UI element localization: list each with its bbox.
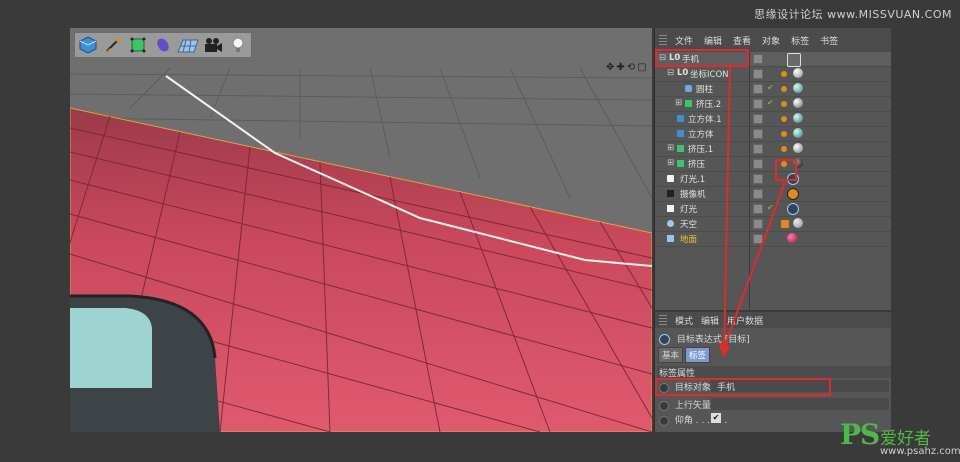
enabled-check-icon[interactable]: ✔ xyxy=(767,83,774,92)
expand-icon[interactable]: ⊟ xyxy=(667,68,674,78)
phong-tag-icon[interactable] xyxy=(781,131,787,137)
subdivide-icon[interactable] xyxy=(126,34,150,56)
cylinder-icon xyxy=(685,85,692,92)
menu-tag[interactable]: 标签 xyxy=(791,34,809,47)
menu-object[interactable]: 对象 xyxy=(762,34,780,47)
target-tag-icon xyxy=(659,334,670,345)
object-label: 灯光 xyxy=(680,205,698,215)
animate-radio-icon[interactable] xyxy=(659,415,669,426)
annotation-arrow-long xyxy=(723,63,731,355)
pen-icon[interactable] xyxy=(101,34,125,56)
camera-icon[interactable] xyxy=(201,34,225,56)
object-label: 地面 xyxy=(680,235,698,245)
light-icon xyxy=(667,175,674,182)
3d-viewport[interactable] xyxy=(70,28,652,432)
material-tag-icon[interactable] xyxy=(793,128,803,138)
brand-logo: PS xyxy=(840,418,880,451)
menu-mode[interactable]: 模式 xyxy=(675,314,693,327)
field-up-vector: 上行矢量 . . xyxy=(655,398,891,412)
object-label: 天空 xyxy=(680,220,698,230)
brand-url: www.psahz.com xyxy=(880,446,960,457)
menu-view[interactable]: 查看 xyxy=(733,34,751,47)
phong-tag-icon[interactable] xyxy=(781,146,787,152)
cube-icon[interactable] xyxy=(76,34,100,56)
light-icon xyxy=(667,205,674,212)
floor-icon[interactable] xyxy=(176,34,200,56)
object-row-coord[interactable]: ⊟ L0 坐标ICON xyxy=(655,67,891,82)
material-tag-icon[interactable] xyxy=(793,143,803,153)
material-tag-icon[interactable] xyxy=(793,68,803,78)
object-row-cube1[interactable]: 立方体.1 xyxy=(655,112,891,127)
expand-icon[interactable]: ⊞ xyxy=(667,143,674,153)
cube-icon xyxy=(677,115,684,122)
expand-icon[interactable]: ⊞ xyxy=(675,98,682,108)
extrude-icon xyxy=(677,160,684,167)
camera-icon xyxy=(667,190,674,197)
object-row-cylinder[interactable]: 圆柱 ✔ xyxy=(655,82,891,97)
grip-icon[interactable] xyxy=(659,315,667,325)
material-tag-icon[interactable] xyxy=(793,83,803,93)
extrude-icon xyxy=(685,100,692,107)
main-toolbar xyxy=(74,32,252,58)
phong-tag-icon[interactable] xyxy=(781,101,787,107)
target-tag-icon[interactable] xyxy=(787,53,801,67)
bottom-strip xyxy=(0,432,960,462)
enabled-check-icon[interactable]: ✔ xyxy=(767,98,774,107)
null-icon: L0 xyxy=(677,68,689,78)
object-row-cube[interactable]: 立方体 xyxy=(655,127,891,142)
sky-icon xyxy=(667,220,674,227)
menu-edit[interactable]: 编辑 xyxy=(704,34,722,47)
floor-icon xyxy=(667,235,674,242)
animate-radio-icon[interactable] xyxy=(659,400,669,411)
phong-tag-icon[interactable] xyxy=(781,71,787,77)
light-icon[interactable] xyxy=(226,34,250,56)
material-tag-icon[interactable] xyxy=(793,98,803,108)
material-tag-icon[interactable] xyxy=(793,113,803,123)
viewport-scene xyxy=(70,28,652,432)
menu-file[interactable]: 文件 xyxy=(675,34,693,47)
expand-icon[interactable]: ⊞ xyxy=(667,158,674,168)
site-watermark: 思缘设计论坛 www.MISSVUAN.COM xyxy=(754,8,952,21)
highlight-target-field xyxy=(655,378,831,396)
pitch-checkbox[interactable]: ✔ xyxy=(711,413,721,423)
object-row-extrude2[interactable]: ⊞ 挤压.2 ✔ xyxy=(655,97,891,112)
menu-bookmark[interactable]: 书签 xyxy=(820,34,838,47)
grip-icon[interactable] xyxy=(659,35,667,45)
phong-tag-icon[interactable] xyxy=(781,86,787,92)
object-row-extrude1[interactable]: ⊞ 挤压.1 xyxy=(655,142,891,157)
up-vector-field[interactable] xyxy=(711,398,889,410)
deformer-icon[interactable] xyxy=(151,34,175,56)
viewport-nav-icons[interactable]: ✥✚⟲▢ xyxy=(606,62,649,73)
tab-basic[interactable]: 基本 xyxy=(658,347,684,363)
phong-tag-icon[interactable] xyxy=(781,116,787,122)
cube-icon xyxy=(677,130,684,137)
extrude-icon xyxy=(677,145,684,152)
